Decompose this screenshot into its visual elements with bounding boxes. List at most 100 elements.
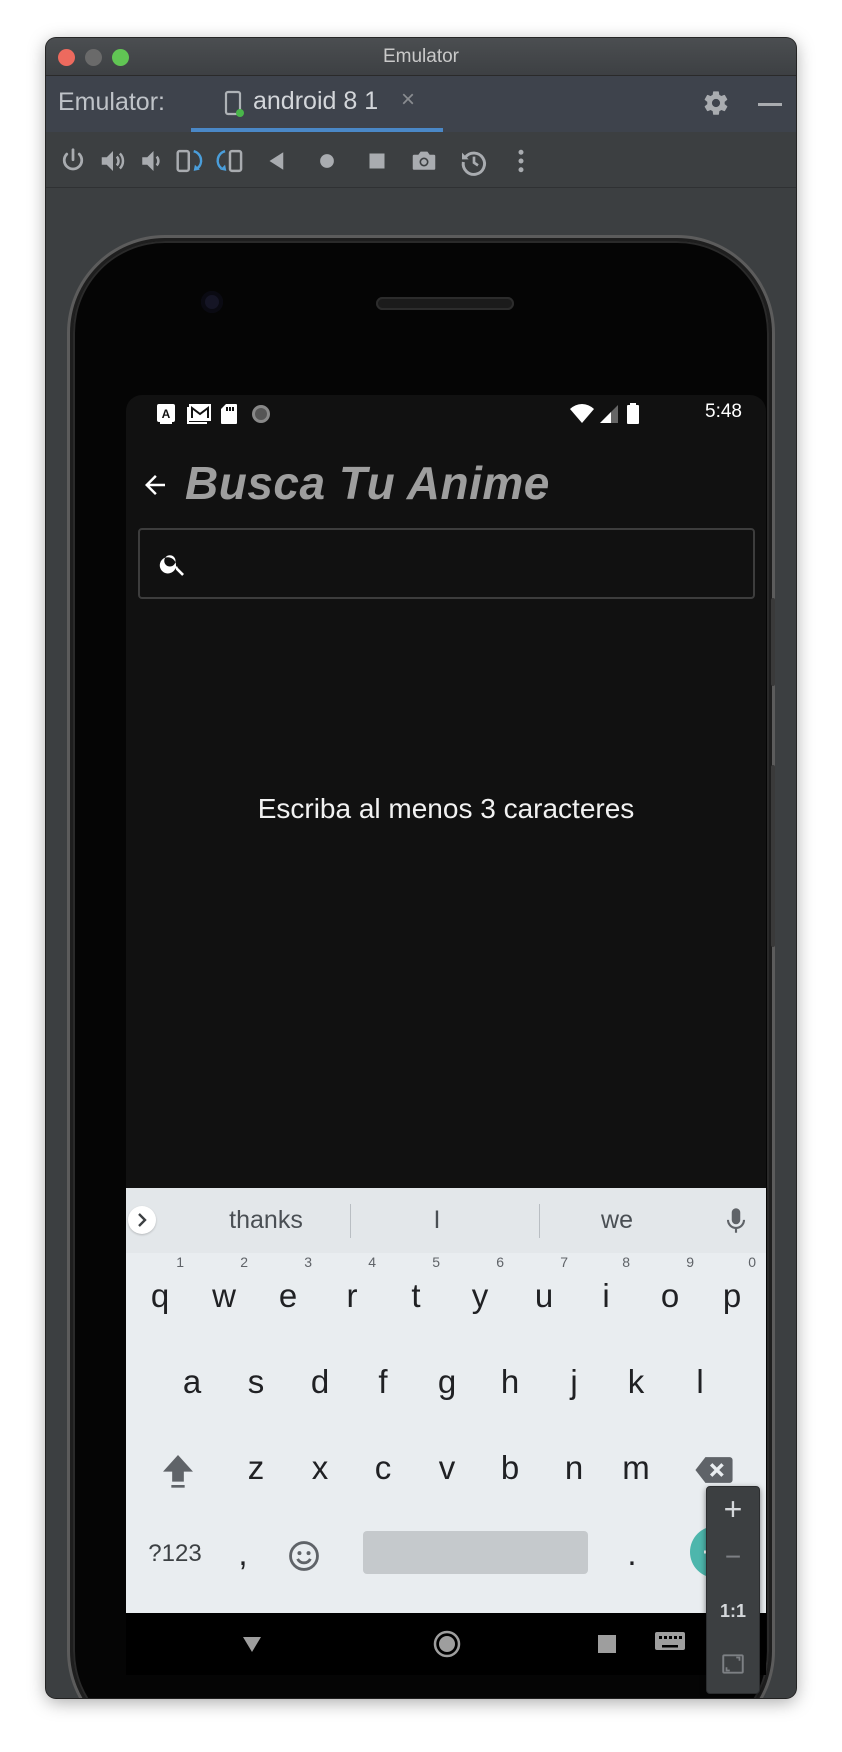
nav-back-icon[interactable] bbox=[240, 1632, 264, 1661]
app-bar: Busca Tu Anime bbox=[126, 435, 766, 535]
battery-icon bbox=[626, 403, 640, 430]
suggestion-strip: thanks I we bbox=[126, 1188, 766, 1253]
key-x[interactable]: x bbox=[290, 1425, 350, 1511]
page-title: Busca Tu Anime bbox=[185, 457, 550, 509]
gmail-icon bbox=[186, 403, 212, 430]
key-y[interactable]: y6 bbox=[450, 1253, 510, 1339]
back-arrow-icon[interactable] bbox=[140, 470, 170, 505]
key-f[interactable]: f bbox=[353, 1339, 413, 1425]
key-row-3: z x c v b n m bbox=[126, 1425, 766, 1511]
key-row-2: a s d f g h j k l bbox=[126, 1339, 766, 1425]
side-button-volume bbox=[771, 765, 775, 947]
key-p[interactable]: p0 bbox=[702, 1253, 762, 1339]
key-number-hint: 7 bbox=[560, 1254, 568, 1270]
search-input[interactable] bbox=[202, 542, 742, 586]
search-icon bbox=[158, 549, 188, 584]
suggestion-1[interactable]: thanks bbox=[210, 1206, 322, 1235]
shift-key[interactable] bbox=[146, 1425, 210, 1511]
key-d[interactable]: d bbox=[290, 1339, 350, 1425]
suggestion-2[interactable]: I bbox=[381, 1206, 493, 1235]
svg-text:A: A bbox=[162, 407, 171, 421]
key-w[interactable]: w2 bbox=[194, 1253, 254, 1339]
key-t[interactable]: t5 bbox=[386, 1253, 446, 1339]
zoom-window-button[interactable] bbox=[112, 49, 129, 66]
key-c[interactable]: c bbox=[353, 1425, 413, 1511]
gear-icon[interactable] bbox=[702, 89, 730, 124]
key-n[interactable]: n bbox=[544, 1425, 604, 1511]
rotate-left-icon[interactable] bbox=[174, 146, 204, 176]
chevron-right-icon[interactable] bbox=[128, 1206, 156, 1234]
home-icon[interactable] bbox=[312, 146, 342, 176]
rotate-right-icon[interactable] bbox=[214, 146, 244, 176]
key-h[interactable]: h bbox=[480, 1339, 540, 1425]
snapshot-icon[interactable] bbox=[458, 146, 488, 176]
key-i[interactable]: i8 bbox=[576, 1253, 636, 1339]
key-m[interactable]: m bbox=[606, 1425, 666, 1511]
emulator-window: Emulator Emulator: android 8 1 × A 5:48 … bbox=[46, 38, 796, 1698]
title-bar: Emulator bbox=[46, 38, 796, 76]
key-s[interactable]: s bbox=[226, 1339, 286, 1425]
emoji-key[interactable] bbox=[274, 1511, 334, 1597]
key-period[interactable]: . bbox=[602, 1511, 662, 1597]
overview-icon[interactable] bbox=[362, 146, 392, 176]
shift-icon bbox=[163, 1455, 193, 1488]
screenshot-icon[interactable] bbox=[408, 146, 438, 176]
tab-android-device[interactable]: android 8 1 × bbox=[191, 76, 443, 132]
key-j[interactable]: j bbox=[544, 1339, 604, 1425]
key-label: w bbox=[212, 1277, 236, 1314]
mic-icon[interactable] bbox=[723, 1205, 749, 1242]
key-b[interactable]: b bbox=[480, 1425, 540, 1511]
key-number-hint: 0 bbox=[748, 1254, 756, 1270]
status-bar: A 5:48 bbox=[126, 395, 766, 435]
key-row-4: ?123 , . bbox=[126, 1511, 766, 1597]
key-comma[interactable]: , bbox=[218, 1511, 268, 1597]
device-area: A 5:48 Busca Tu Anime Escriba al menos 3… bbox=[46, 189, 796, 1698]
front-camera bbox=[201, 291, 223, 313]
key-label: o bbox=[660, 1277, 680, 1314]
volume-up-icon[interactable] bbox=[98, 146, 128, 176]
loading-icon bbox=[250, 403, 272, 430]
key-l[interactable]: l bbox=[670, 1339, 730, 1425]
symbols-key[interactable]: ?123 bbox=[138, 1511, 212, 1597]
space-bar[interactable] bbox=[363, 1531, 588, 1574]
device-icon bbox=[223, 90, 245, 125]
suggestion-3[interactable]: we bbox=[561, 1206, 673, 1235]
key-v[interactable]: v bbox=[417, 1425, 477, 1511]
zoom-in-button[interactable]: + bbox=[707, 1491, 759, 1528]
status-time: 5:48 bbox=[705, 401, 742, 422]
key-a[interactable]: a bbox=[162, 1339, 222, 1425]
volume-down-icon[interactable] bbox=[136, 146, 166, 176]
wifi-icon bbox=[569, 404, 595, 429]
key-e[interactable]: e3 bbox=[258, 1253, 318, 1339]
phone-screen: A 5:48 Busca Tu Anime Escriba al menos 3… bbox=[126, 395, 766, 1613]
keyboard-switch-icon[interactable] bbox=[654, 1630, 686, 1659]
more-icon[interactable] bbox=[506, 146, 536, 176]
zoom-actual-size-button[interactable]: 1:1 bbox=[707, 1601, 759, 1622]
fit-screen-icon[interactable] bbox=[707, 1651, 759, 1682]
key-r[interactable]: r4 bbox=[322, 1253, 382, 1339]
key-g[interactable]: g bbox=[417, 1339, 477, 1425]
key-number-hint: 4 bbox=[368, 1254, 376, 1270]
nav-home-icon[interactable] bbox=[432, 1629, 462, 1664]
key-label: r bbox=[346, 1277, 358, 1314]
search-box[interactable] bbox=[138, 528, 755, 599]
minimize-window-button[interactable] bbox=[85, 49, 102, 66]
key-q[interactable]: q1 bbox=[130, 1253, 190, 1339]
emulator-label: Emulator: bbox=[58, 88, 165, 116]
key-u[interactable]: u7 bbox=[514, 1253, 574, 1339]
key-number-hint: 1 bbox=[176, 1254, 184, 1270]
key-k[interactable]: k bbox=[606, 1339, 666, 1425]
minimize-panel-icon[interactable] bbox=[758, 103, 782, 106]
key-row-1: q1 w2 e3 r4 t5 y6 u7 i8 o9 p0 bbox=[126, 1253, 766, 1339]
tab-close-icon[interactable]: × bbox=[401, 86, 415, 114]
earpiece-speaker bbox=[376, 297, 514, 310]
nav-recents-icon[interactable] bbox=[597, 1634, 617, 1659]
key-o[interactable]: o9 bbox=[640, 1253, 700, 1339]
back-icon[interactable] bbox=[262, 146, 292, 176]
signal-icon bbox=[598, 404, 620, 429]
power-icon[interactable] bbox=[58, 146, 88, 176]
key-z[interactable]: z bbox=[226, 1425, 286, 1511]
zoom-out-button[interactable]: − bbox=[707, 1541, 759, 1573]
close-window-button[interactable] bbox=[58, 49, 75, 66]
window-title: Emulator bbox=[382, 46, 460, 67]
